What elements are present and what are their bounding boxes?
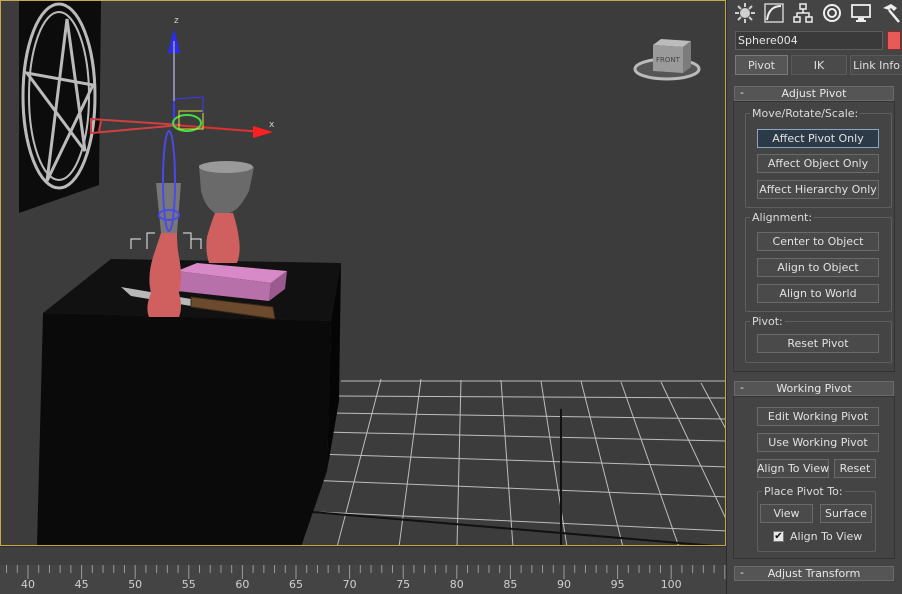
place-pivot-to-label: Place Pivot To: — [762, 485, 845, 498]
alignment-label: Alignment: — [750, 211, 815, 224]
axis-z-label: z — [174, 16, 179, 26]
object-name-field[interactable] — [735, 31, 883, 50]
ruler-tick-label: 45 — [74, 578, 89, 591]
adjust-pivot-rollout-header[interactable]: - Adjust Pivot — [734, 86, 894, 101]
align-to-object-button[interactable]: Align to Object — [757, 258, 879, 277]
ruler-tick-label: 75 — [396, 578, 411, 591]
scene-canvas[interactable]: z x FRONT — [1, 1, 726, 546]
axis-x-label: x — [269, 120, 275, 130]
collapse-sign: - — [740, 381, 744, 394]
working-pivot-rollout-header[interactable]: - Working Pivot — [734, 381, 894, 396]
pivot-group-label: Pivot: — [750, 315, 785, 328]
motion-icon — [822, 4, 841, 22]
affect-hierarchy-only-button[interactable]: Affect Hierarchy Only — [757, 180, 879, 199]
align-to-world-button[interactable]: Align to World — [757, 284, 879, 303]
create-tab[interactable] — [731, 1, 758, 25]
pentagram-poster[interactable] — [19, 1, 101, 213]
reset-working-pivot-button[interactable]: Reset — [834, 459, 876, 478]
tab-link-info[interactable]: Link Info — [850, 55, 902, 75]
adjust-transform-rollout-header[interactable]: - Adjust Transform — [734, 566, 894, 581]
ruler-tick-label: 100 — [660, 578, 682, 591]
rollout-title: Adjust Transform — [767, 567, 861, 580]
ruler-tick-label: 90 — [557, 578, 571, 591]
display-tab[interactable] — [847, 1, 874, 25]
object-name-row — [735, 31, 902, 51]
hierarchy-icon — [792, 3, 813, 23]
place-pivot-view-button[interactable]: View — [760, 504, 813, 523]
align-to-view-checkbox[interactable]: ✔ — [773, 531, 784, 542]
curve-modify-icon — [763, 3, 784, 23]
viewcube[interactable]: FRONT — [633, 39, 701, 81]
hierarchy-tab[interactable] — [789, 1, 816, 25]
hierarchy-subtabs: Pivot IK Link Info — [735, 55, 902, 76]
center-to-object-button[interactable]: Center to Object — [757, 232, 879, 251]
pivot-gizmo[interactable]: z x — [90, 16, 275, 232]
align-to-view-checkbox-label: Align To View — [790, 530, 863, 543]
collapse-sign: - — [740, 566, 744, 579]
align-to-view-button[interactable]: Align To View — [757, 459, 829, 478]
affect-object-only-button[interactable]: Affect Object Only — [757, 154, 879, 173]
tab-ik[interactable]: IK — [791, 55, 847, 75]
display-monitor-icon — [850, 4, 871, 22]
move-rotate-scale-label: Move/Rotate/Scale: — [750, 107, 861, 120]
utilities-hammer-icon — [882, 4, 900, 23]
timeline-ruler[interactable]: 40 45 50 55 60 65 70 75 80 85 90 95 100 — [0, 546, 726, 594]
rollout-title: Working Pivot — [776, 382, 852, 395]
modify-tab[interactable] — [760, 1, 787, 25]
use-working-pivot-button[interactable]: Use Working Pivot — [757, 433, 879, 452]
place-pivot-surface-button[interactable]: Surface — [820, 504, 872, 523]
ruler-tick-label: 40 — [21, 578, 35, 591]
grid-home-line-x — [300, 510, 716, 545]
utilities-tab[interactable] — [876, 1, 902, 25]
sun-gear-icon — [734, 3, 755, 23]
reset-pivot-button[interactable]: Reset Pivot — [757, 334, 879, 353]
edit-working-pivot-button[interactable]: Edit Working Pivot — [757, 407, 879, 426]
ruler-tick-label: 95 — [610, 578, 625, 591]
viewcube-face-label: FRONT — [656, 56, 681, 64]
command-panel-tabs — [727, 0, 902, 26]
perspective-viewport[interactable]: z x FRONT — [0, 0, 726, 546]
tab-pivot[interactable]: Pivot — [735, 55, 788, 75]
ruler-tick-label: 85 — [503, 578, 518, 591]
ruler-tick-label: 55 — [181, 578, 196, 591]
collapse-sign: - — [740, 86, 744, 99]
object-color-swatch[interactable] — [887, 31, 901, 50]
ruler-tick-label: 80 — [449, 578, 464, 591]
ruler-tick-label: 50 — [128, 578, 143, 591]
rollout-title: Adjust Pivot — [781, 87, 847, 100]
motion-tab[interactable] — [818, 1, 845, 25]
ruler-tick-label: 65 — [289, 578, 303, 591]
floor-grid — [295, 378, 725, 545]
ruler-tick-label: 60 — [235, 578, 250, 591]
affect-pivot-only-button[interactable]: Affect Pivot Only — [757, 129, 879, 148]
ruler-tick-label: 70 — [342, 578, 357, 591]
chalice-right[interactable] — [199, 161, 254, 263]
